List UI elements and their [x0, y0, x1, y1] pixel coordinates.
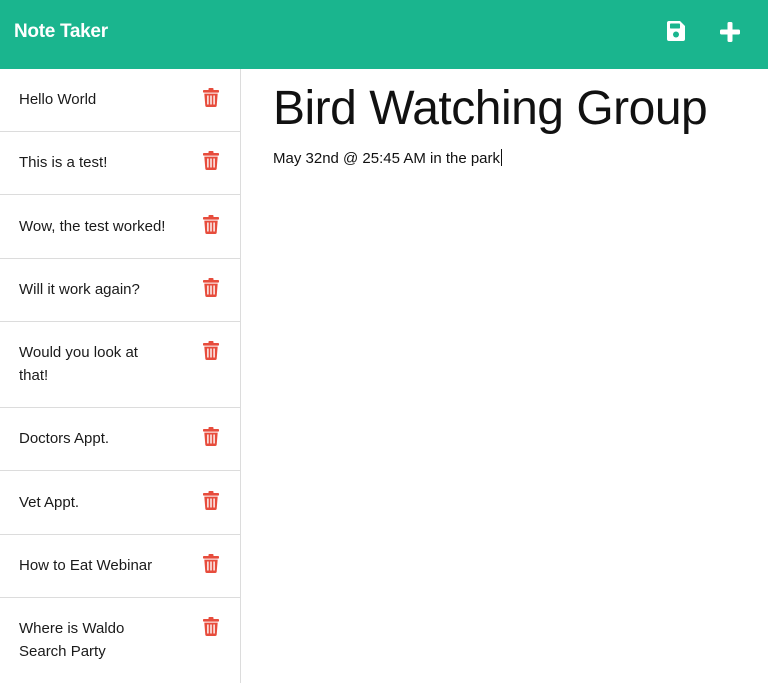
note-list-title: Will it work again? [19, 281, 140, 298]
note-list-title: This is a test! [19, 154, 108, 171]
note-list-title: Doctors Appt. [19, 430, 110, 447]
note-list-title: Would you look at that! [19, 344, 138, 384]
text-cursor [501, 149, 503, 166]
delete-note-button[interactable] [203, 617, 220, 637]
delete-note-button[interactable] [203, 215, 220, 235]
trash-icon [203, 617, 219, 636]
trash-icon [203, 341, 219, 360]
note-list-item[interactable]: Where is Waldo Search Party [0, 598, 240, 683]
floppy-disk-icon [667, 21, 685, 41]
note-text-area[interactable]: May 32nd @ 25:45 AM in the park [273, 149, 503, 169]
note-list-title: How to Eat Webinar [19, 557, 153, 574]
app-title[interactable]: Note Taker [14, 21, 108, 43]
delete-note-button[interactable] [203, 88, 220, 108]
delete-note-button[interactable] [203, 427, 220, 447]
delete-note-button[interactable] [203, 151, 220, 171]
note-list-title: Where is Waldo Search Party [19, 620, 125, 660]
note-list-item[interactable]: Would you look at that! [0, 322, 240, 408]
note-list-item[interactable]: Wow, the test worked! [0, 195, 240, 259]
note-list-title: Wow, the test worked! [19, 218, 166, 235]
plus-icon [720, 22, 740, 42]
trash-icon [203, 427, 219, 446]
trash-icon [203, 215, 219, 234]
trash-icon [203, 151, 219, 170]
delete-note-button[interactable] [203, 278, 220, 298]
trash-icon [203, 491, 219, 510]
note-list-item[interactable]: Doctors Appt. [0, 408, 240, 471]
note-list-title: Hello World [19, 91, 97, 108]
note-list-item[interactable]: Hello World [0, 69, 240, 132]
note-title-input[interactable]: Bird Watching Group [273, 81, 763, 137]
navbar: Note Taker [0, 0, 768, 69]
notes-list: Hello World This is a test! Wow, the test … [0, 69, 241, 683]
new-note-button[interactable] [718, 20, 742, 44]
trash-icon [203, 278, 219, 297]
note-editor: Bird Watching Group May 32nd @ 25:45 AM … [241, 69, 768, 683]
note-list-title: Vet Appt. [19, 494, 80, 511]
note-list-item[interactable]: How to Eat Webinar [0, 535, 240, 598]
delete-note-button[interactable] [203, 554, 220, 574]
note-text: May 32nd @ 25:45 AM in the park [273, 150, 501, 167]
delete-note-button[interactable] [203, 341, 220, 361]
delete-note-button[interactable] [203, 491, 220, 511]
note-list-item[interactable]: This is a test! [0, 132, 240, 195]
save-note-button[interactable] [665, 20, 689, 44]
note-list-item[interactable]: Vet Appt. [0, 471, 240, 535]
note-list-item[interactable]: Will it work again? [0, 259, 240, 322]
trash-icon [203, 554, 219, 573]
trash-icon [203, 88, 219, 107]
